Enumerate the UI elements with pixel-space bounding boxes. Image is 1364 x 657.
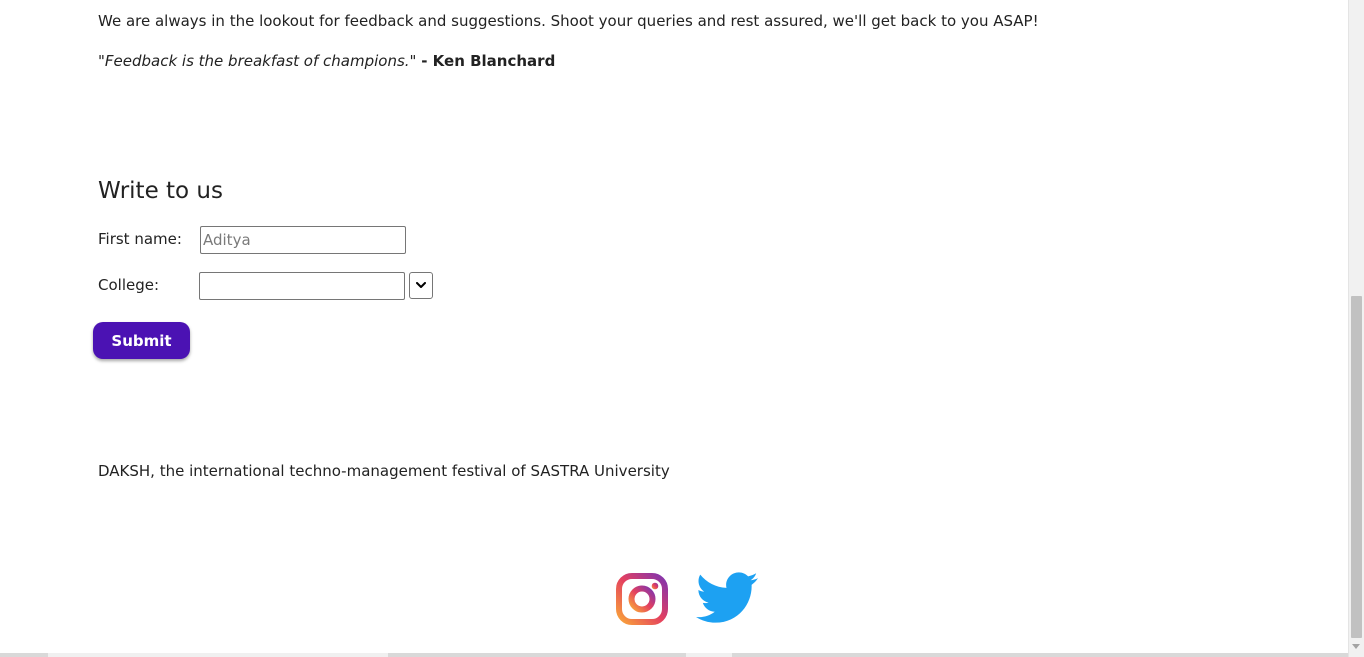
scrollbar-thumb[interactable] (1351, 296, 1362, 638)
quote-text: "Feedback is the breakfast of champions.… (98, 52, 417, 70)
college-input[interactable] (199, 272, 405, 300)
quote: "Feedback is the breakfast of champions.… (98, 50, 555, 72)
college-label: College: (98, 276, 160, 294)
bottom-edge-strip (0, 653, 1348, 657)
quote-author: - Ken Blanchard (421, 52, 556, 70)
intro-text: We are always in the lookout for feedbac… (98, 12, 1039, 30)
vertical-scrollbar[interactable] (1348, 0, 1364, 657)
first-name-input[interactable] (200, 226, 406, 254)
first-name-label: First name: (98, 230, 182, 248)
chevron-down-icon (416, 282, 426, 288)
twitter-link[interactable] (695, 571, 758, 625)
footer-text: DAKSH, the international techno-manageme… (98, 462, 670, 480)
twitter-icon (695, 572, 758, 623)
scroll-down-arrow-icon[interactable] (1352, 644, 1360, 649)
form-title: Write to us (98, 178, 223, 204)
college-dropdown-button[interactable] (409, 272, 433, 299)
contact-page: We are always in the lookout for feedbac… (0, 0, 1348, 657)
instagram-icon (616, 573, 668, 625)
submit-button[interactable]: Submit (93, 322, 190, 359)
instagram-link[interactable] (616, 573, 668, 625)
